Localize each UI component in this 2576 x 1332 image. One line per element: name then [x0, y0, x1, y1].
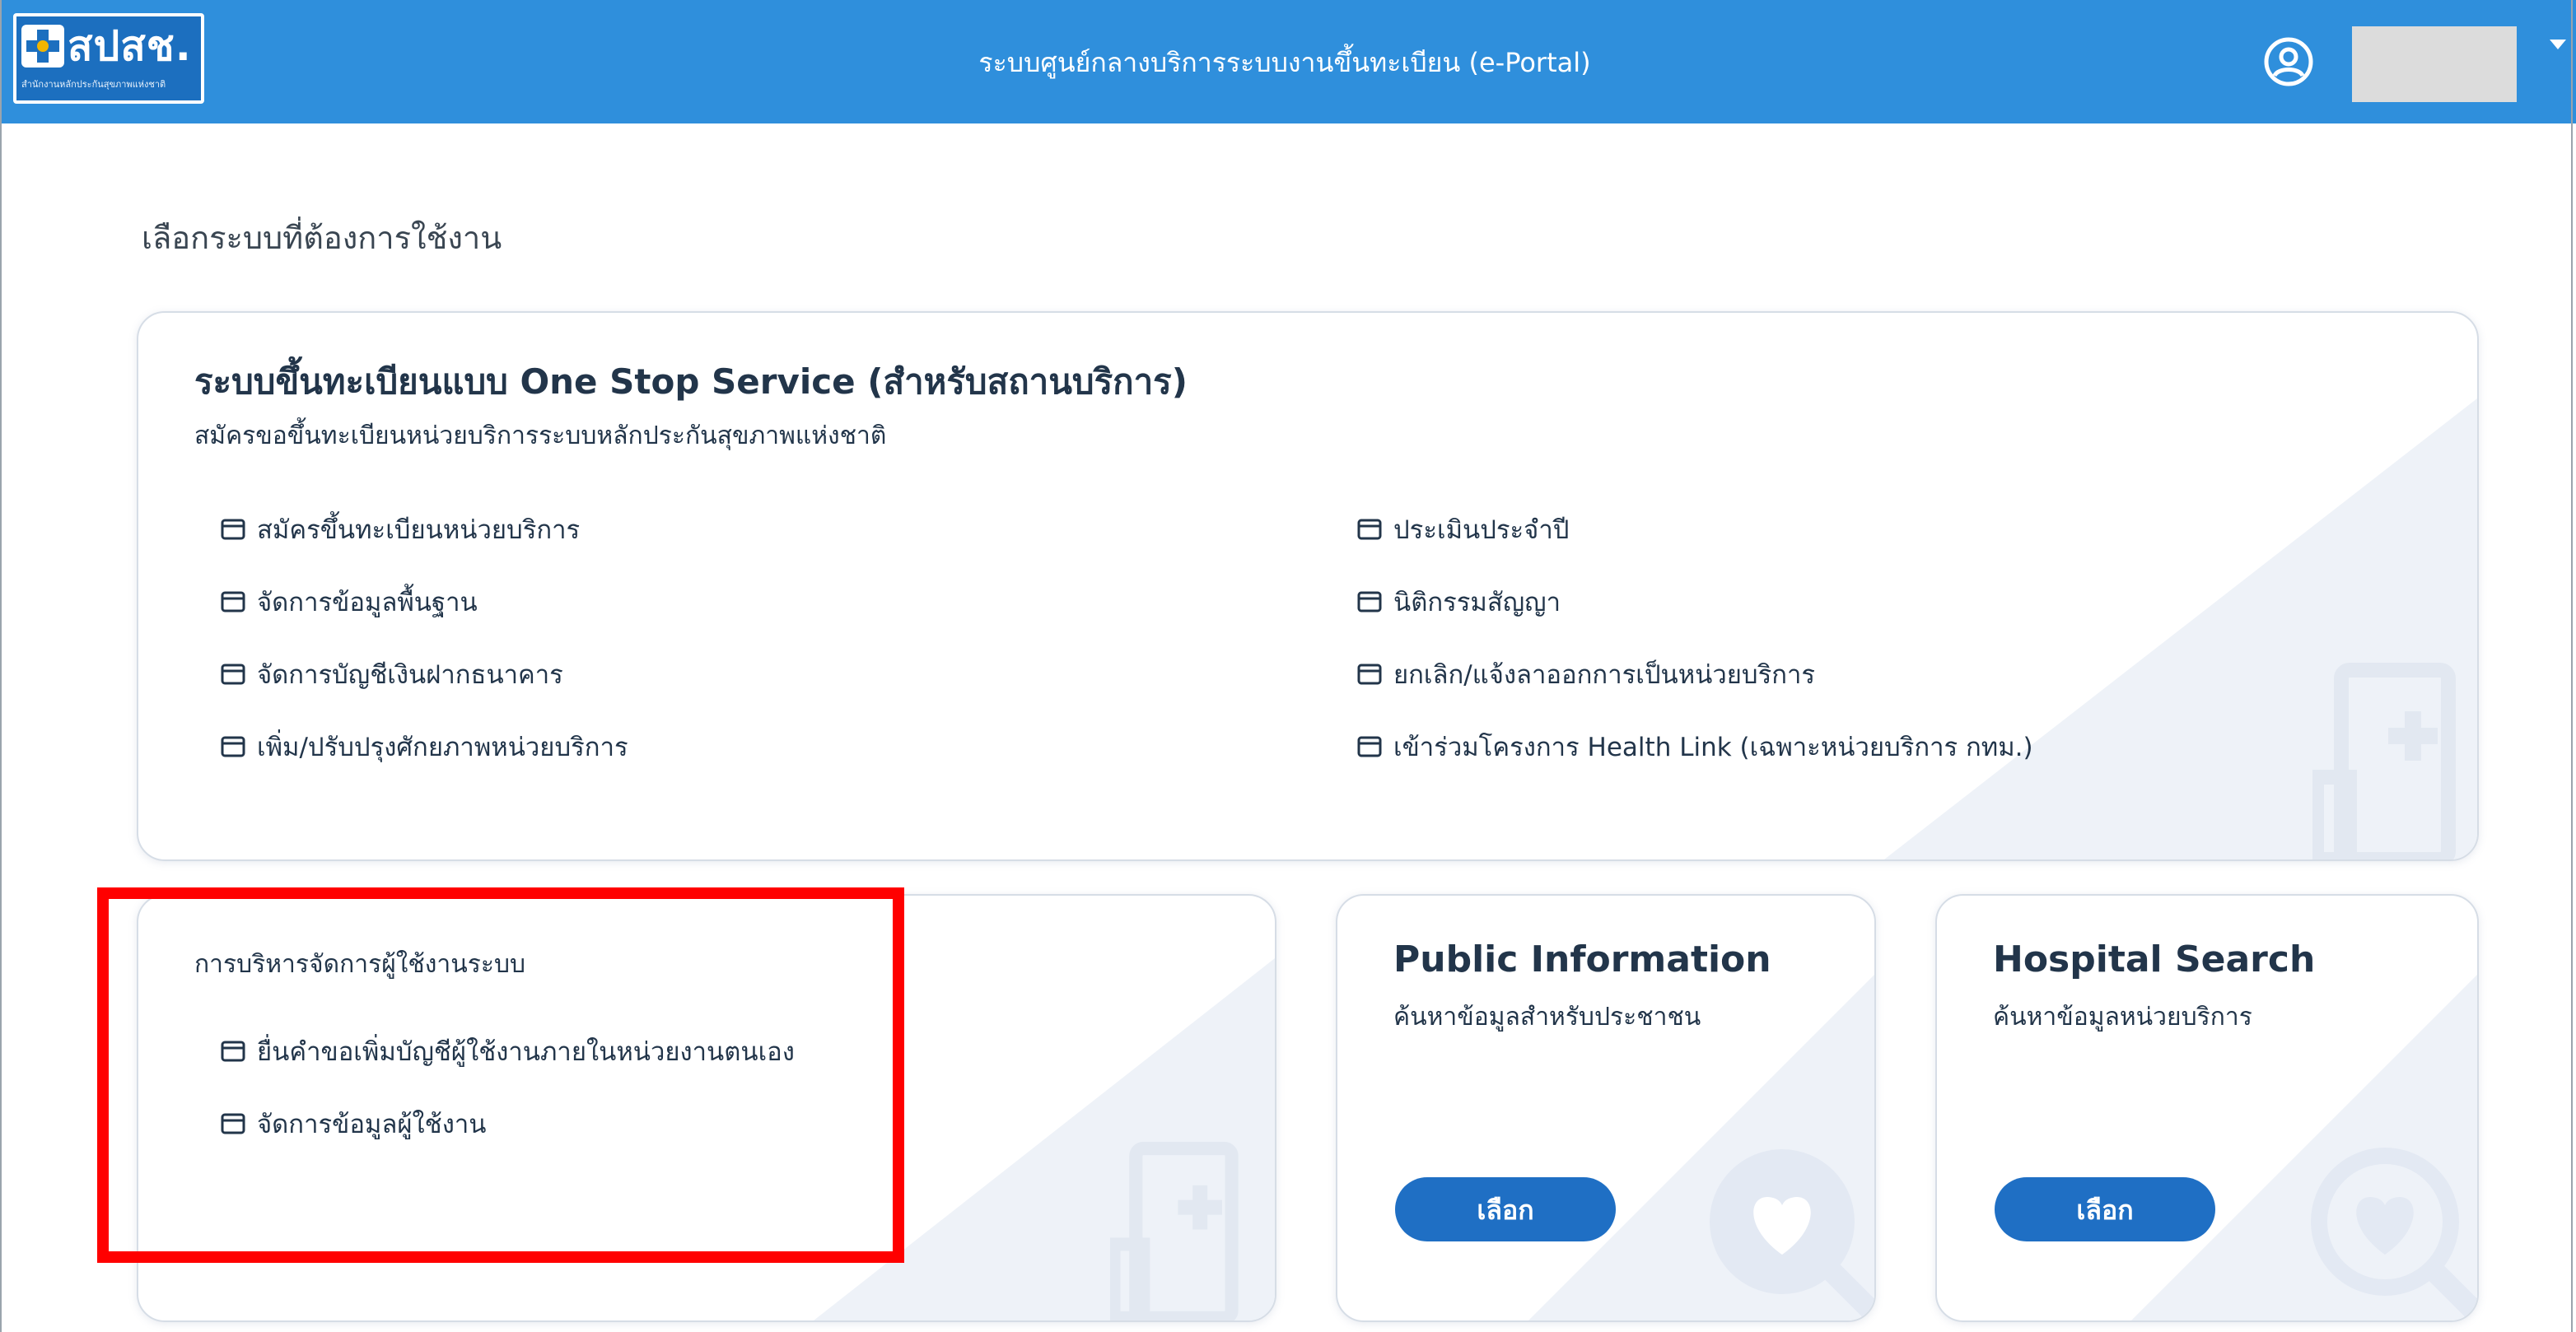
menu-request-account[interactable]: ยื่นคำขอเพิ่มบัญชีผู้ใช้งานภายในหน่วยงาน… [221, 1031, 795, 1072]
chevron-down-icon[interactable] [2550, 40, 2566, 49]
menu-label: สมัครขึ้นทะเบียนหน่วยบริการ [257, 515, 581, 545]
logo-cross-icon [21, 25, 64, 68]
logo-text: สปสช. [68, 22, 192, 70]
hospital-search-card: Hospital Search ค้นหาข้อมูลหน่วยบริการ เ… [1935, 894, 2479, 1322]
top-header: สปสช. สำนักงานหลักประกันสุขภาพแห่งชาติ ร… [0, 0, 2576, 123]
menu-manage-users[interactable]: จัดการข้อมูลผู้ใช้งาน [221, 1103, 486, 1144]
menu-label: จัดการข้อมูลผู้ใช้งาน [257, 1110, 487, 1139]
menu-annual-assessment[interactable]: ประเมินประจำปี [1357, 509, 1569, 550]
hospital-search-title: Hospital Search [1993, 938, 2316, 980]
public-information-description: ค้นหาข้อมูลสำหรับประชาชน [1393, 1003, 1701, 1032]
user-name-redacted[interactable] [2352, 26, 2517, 102]
page-title: เลือกระบบที่ต้องการใช้งาน [142, 220, 502, 256]
menu-health-link[interactable]: เข้าร่วมโครงการ Health Link (เฉพาะหน่วยบ… [1357, 726, 2033, 767]
menu-label: นิติกรรมสัญญา [1393, 588, 1561, 617]
public-information-card: Public Information ค้นหาข้อมูลสำหรับประช… [1336, 894, 1876, 1322]
menu-label: ยื่นคำขอเพิ่มบัญชีผู้ใช้งานภายในหน่วยงาน… [257, 1037, 795, 1067]
hospital-search-description: ค้นหาข้อมูลหน่วยบริการ [1993, 1003, 2252, 1032]
menu-label: จัดการข้อมูลพื้นฐาน [257, 588, 478, 617]
one-stop-description: สมัครขอขึ้นทะเบียนหน่วยบริการระบบหลักประ… [194, 421, 887, 450]
user-circle-icon[interactable] [2263, 36, 2314, 87]
browser-window-icon [221, 1113, 245, 1134]
header-title: ระบบศูนย์กลางบริการระบบงานขึ้นทะเบียน (e… [978, 47, 1591, 78]
menu-label: เข้าร่วมโครงการ Health Link (เฉพาะหน่วยบ… [1393, 733, 2033, 762]
menu-cancel-unit[interactable]: ยกเลิก/แจ้งลาออกการเป็นหน่วยบริการ [1357, 654, 1815, 695]
one-stop-service-card: ระบบขึ้นทะเบียนแบบ One Stop Service (สำห… [137, 311, 2479, 861]
public-information-select-button[interactable]: เลือก [1395, 1177, 1616, 1241]
browser-window-icon [221, 591, 245, 612]
menu-label: ยกเลิก/แจ้งลาออกการเป็นหน่วยบริการ [1393, 660, 1816, 690]
menu-bank-account[interactable]: จัดการบัญชีเงินฝากธนาคาร [221, 654, 563, 695]
logo-subtitle: สำนักงานหลักประกันสุขภาพแห่งชาติ [21, 79, 166, 90]
menu-register-unit[interactable]: สมัครขึ้นทะเบียนหน่วยบริการ [221, 509, 580, 550]
hospital-building-icon [1110, 1142, 1239, 1320]
menu-contract[interactable]: นิติกรรมสัญญา [1357, 581, 1561, 622]
hospital-building-icon [2312, 663, 2456, 859]
browser-window-icon [221, 736, 245, 757]
browser-window-icon [221, 519, 245, 540]
menu-basic-data[interactable]: จัดการข้อมูลพื้นฐาน [221, 581, 478, 622]
browser-window-icon [1357, 591, 1382, 612]
magnifier-heart-icon [2311, 1148, 2477, 1320]
menu-label: จัดการบัญชีเงินฝากธนาคาร [257, 660, 563, 690]
public-information-title: Public Information [1393, 938, 1771, 980]
browser-window-icon [1357, 736, 1382, 757]
browser-window-icon [221, 664, 245, 685]
menu-label: เพิ่ม/ปรับปรุงศักยภาพหน่วยบริการ [257, 733, 628, 762]
user-management-title: การบริหารจัดการผู้ใช้งานระบบ [194, 950, 526, 979]
menu-improve-capacity[interactable]: เพิ่ม/ปรับปรุงศักยภาพหน่วยบริการ [221, 726, 628, 767]
browser-window-icon [221, 1041, 245, 1062]
user-management-card: การบริหารจัดการผู้ใช้งานระบบ ยื่นคำขอเพิ… [137, 894, 1276, 1322]
one-stop-title: ระบบขึ้นทะเบียนแบบ One Stop Service (สำห… [194, 361, 1188, 402]
browser-window-icon [1357, 519, 1382, 540]
nhso-logo[interactable]: สปสช. สำนักงานหลักประกันสุขภาพแห่งชาติ [13, 13, 204, 104]
browser-window-icon [1357, 664, 1382, 685]
hospital-search-select-button[interactable]: เลือก [1995, 1177, 2215, 1241]
menu-label: ประเมินประจำปี [1393, 515, 1570, 545]
magnifier-heart-icon [1710, 1149, 1874, 1320]
